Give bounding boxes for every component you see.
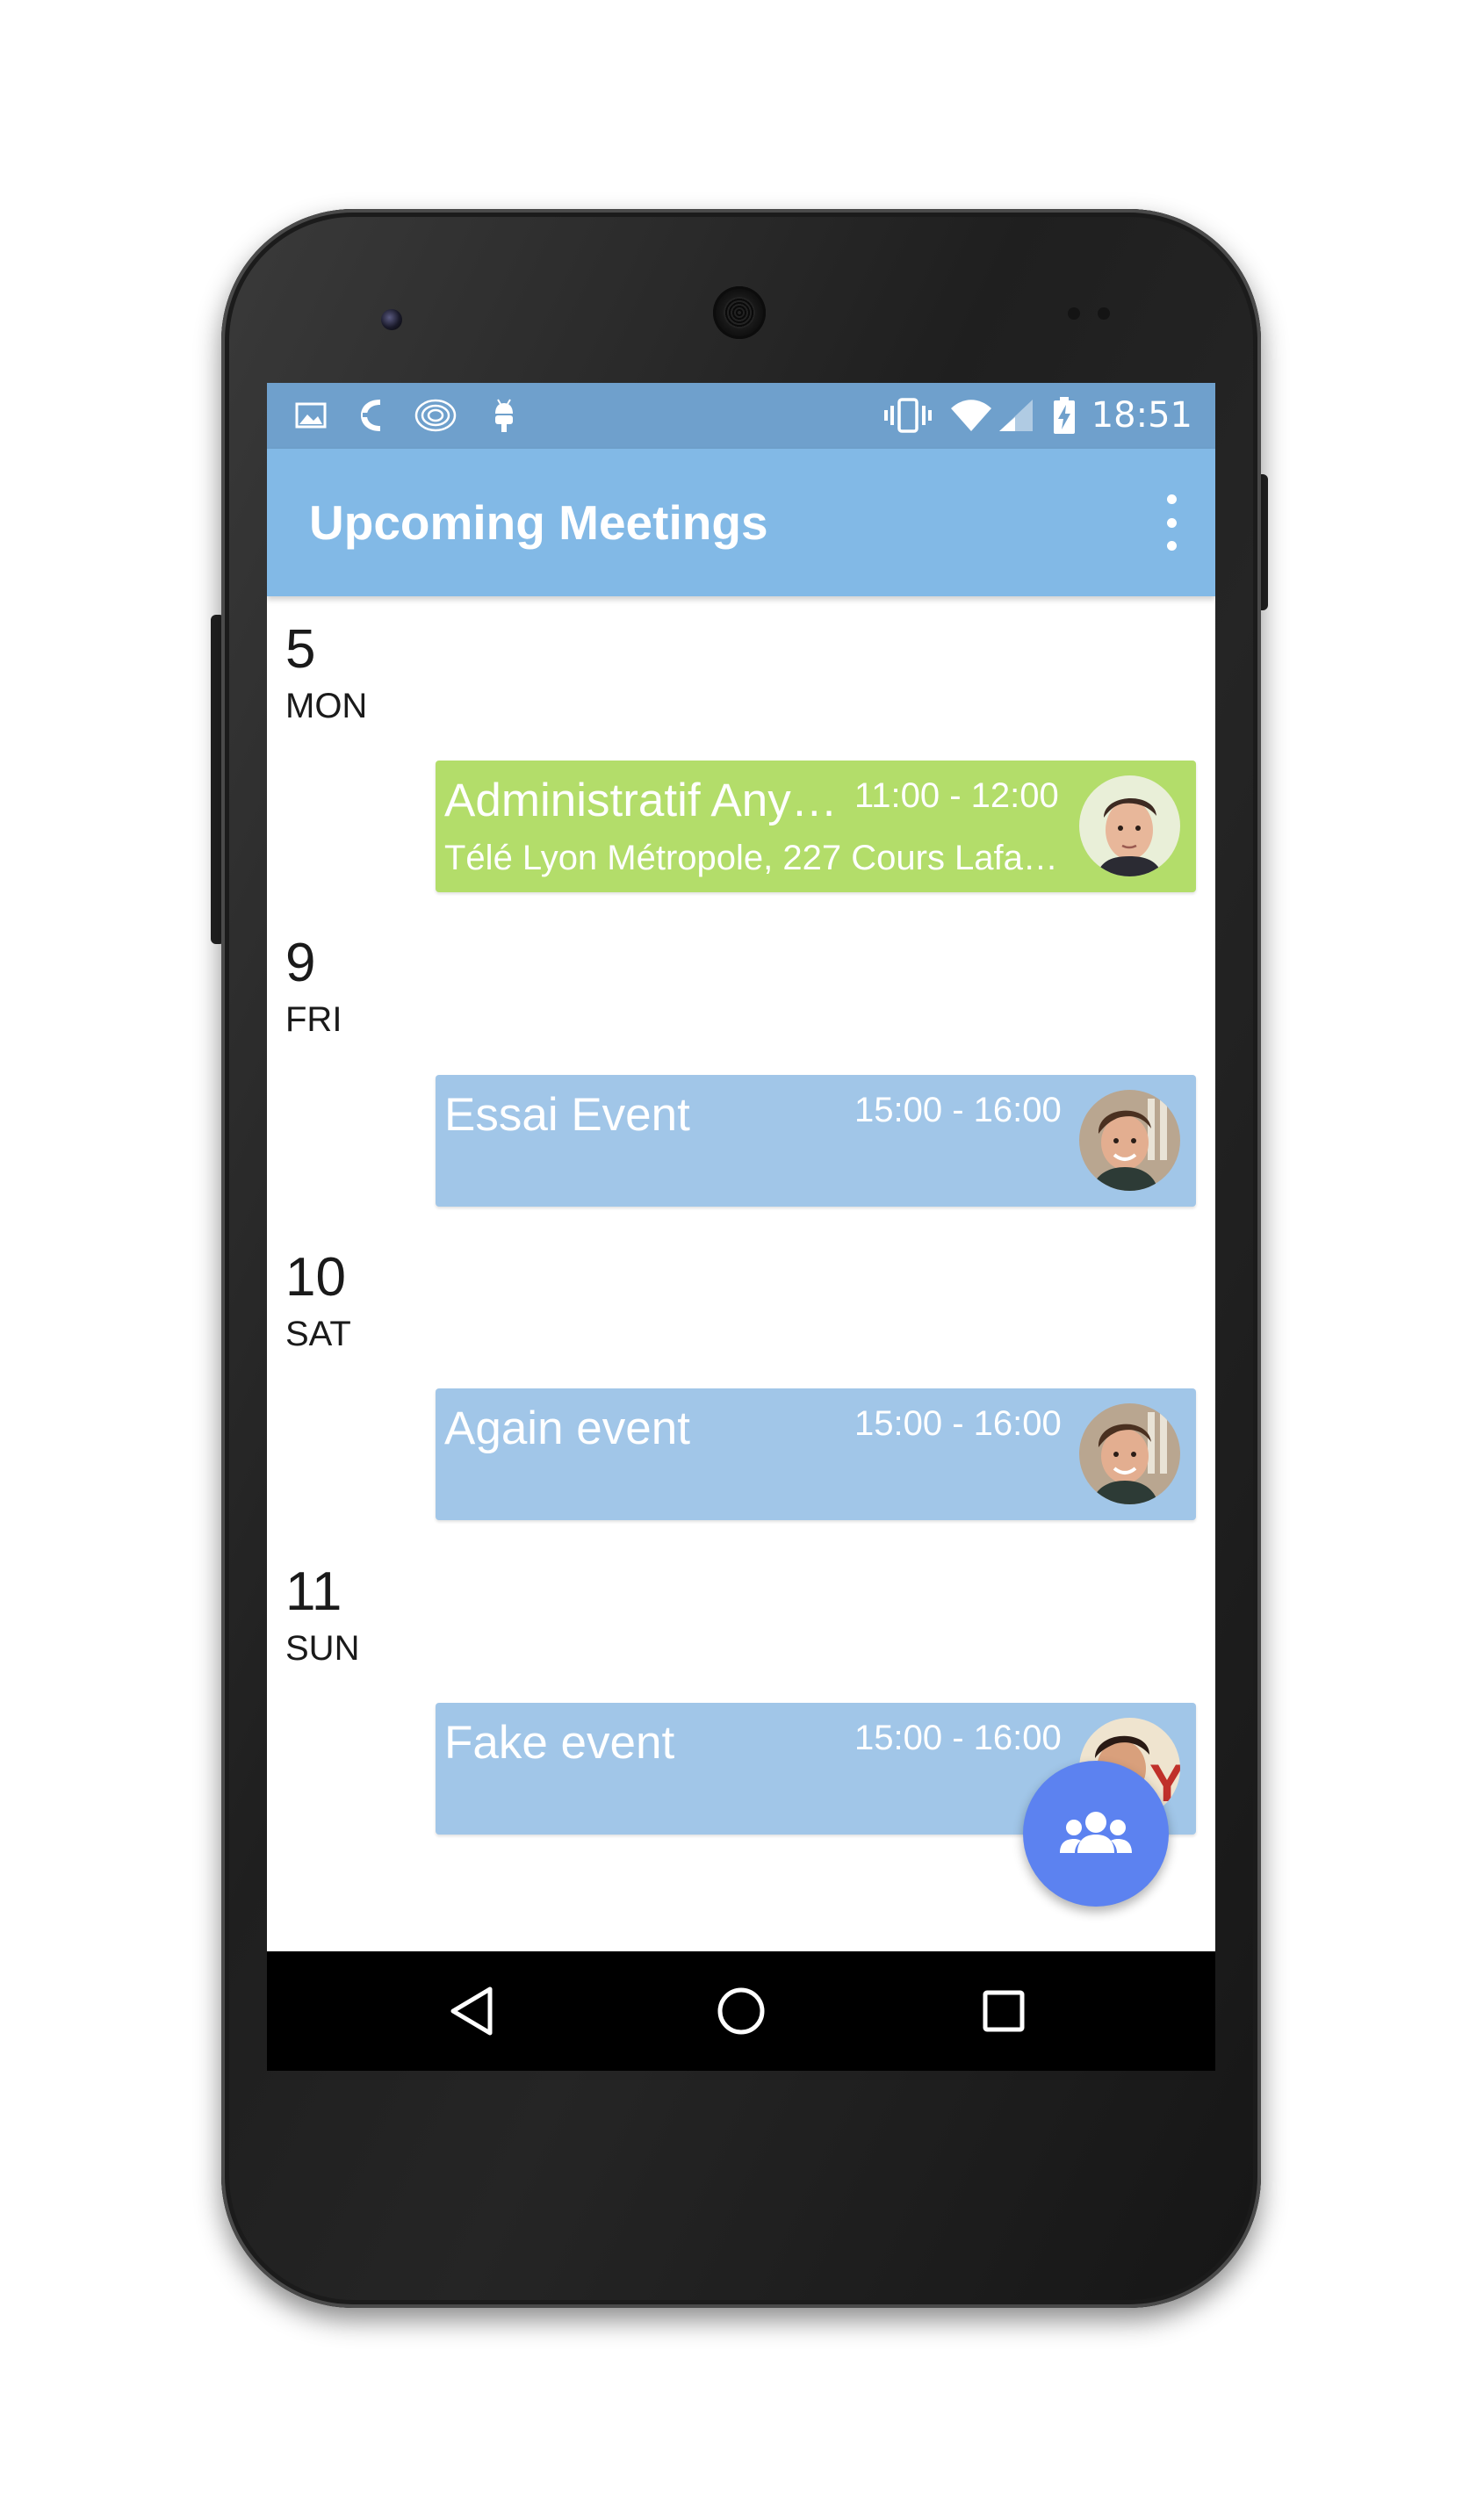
overflow-menu-icon [1166,494,1177,504]
light-sensor [1098,307,1110,320]
back-button[interactable] [437,1976,508,2046]
meetings-list[interactable]: 5 MON Administratif Anybuddy 11:00 - 12:… [267,596,1215,1951]
page-title: Upcoming Meetings [309,495,768,550]
group-fab-button[interactable] [1023,1761,1169,1907]
app-bar: Upcoming Meetings [267,449,1215,596]
recents-icon [983,1990,1025,2032]
avatar[interactable] [1079,1403,1180,1504]
avatar[interactable] [1079,1090,1180,1191]
day-number: 9 [285,933,316,993]
day-header: 5 MON [285,619,417,726]
day-of-week: MON [285,687,368,725]
cell-signal-icon [996,395,1036,436]
day-header: 11 SUN [285,1561,417,1669]
event-card[interactable]: Administratif Anybuddy 11:00 - 12:00 Tél… [436,761,1196,892]
phone-screen: 18:51 Upcoming Meetings 5 MON Administra… [267,383,1215,2071]
front-camera [381,309,402,330]
event-time: 15:00 - 16:00 [854,1091,1062,1129]
proximity-sensor [1068,307,1080,320]
event-title: Fake event [444,1717,675,1769]
overflow-menu-icon-dot [1166,517,1177,528]
day-of-week: SUN [285,1629,360,1668]
avatar[interactable] [1079,775,1180,876]
group-icon [1060,1812,1132,1853]
wifi-icon [948,395,994,436]
overflow-menu-icon-dot [1166,541,1177,551]
home-button[interactable] [706,1976,776,2046]
vibrate-icon [882,395,934,436]
navigation-bar [267,1951,1215,2071]
overflow-menu-button[interactable] [1163,494,1180,551]
status-time: 18:51 [1091,395,1192,436]
event-card[interactable]: Essai Event 15:00 - 16:00 [436,1075,1196,1207]
android-debug-icon [486,395,522,436]
app-notification-icon [353,395,388,436]
day-header: 10 SAT [285,1247,417,1354]
battery-charging-icon [1050,395,1078,436]
event-title: Again event [444,1402,690,1454]
day-number: 11 [285,1561,342,1622]
recents-button[interactable] [969,1976,1039,2046]
event-card[interactable]: Again event 15:00 - 16:00 [436,1388,1196,1520]
event-title: Essai Event [444,1089,690,1141]
event-time: 11:00 - 12:00 [854,776,1059,815]
signal-rings-icon [413,395,458,436]
earpiece-speaker [713,286,766,339]
event-location: Télé Lyon Métropole, 227 Cours Lafayette [444,839,1059,877]
day-number: 5 [285,619,316,680]
image-icon [293,395,328,436]
back-icon [450,1986,493,2036]
event-title: Administratif Anybuddy [444,775,848,826]
day-of-week: FRI [285,1000,342,1039]
day-of-week: SAT [285,1315,351,1353]
event-time: 15:00 - 16:00 [854,1719,1062,1757]
day-number: 10 [285,1247,346,1308]
day-header: 9 FRI [285,933,417,1040]
status-bar: 18:51 [267,383,1215,449]
event-time: 15:00 - 16:00 [854,1404,1062,1443]
home-icon [717,1987,765,2035]
